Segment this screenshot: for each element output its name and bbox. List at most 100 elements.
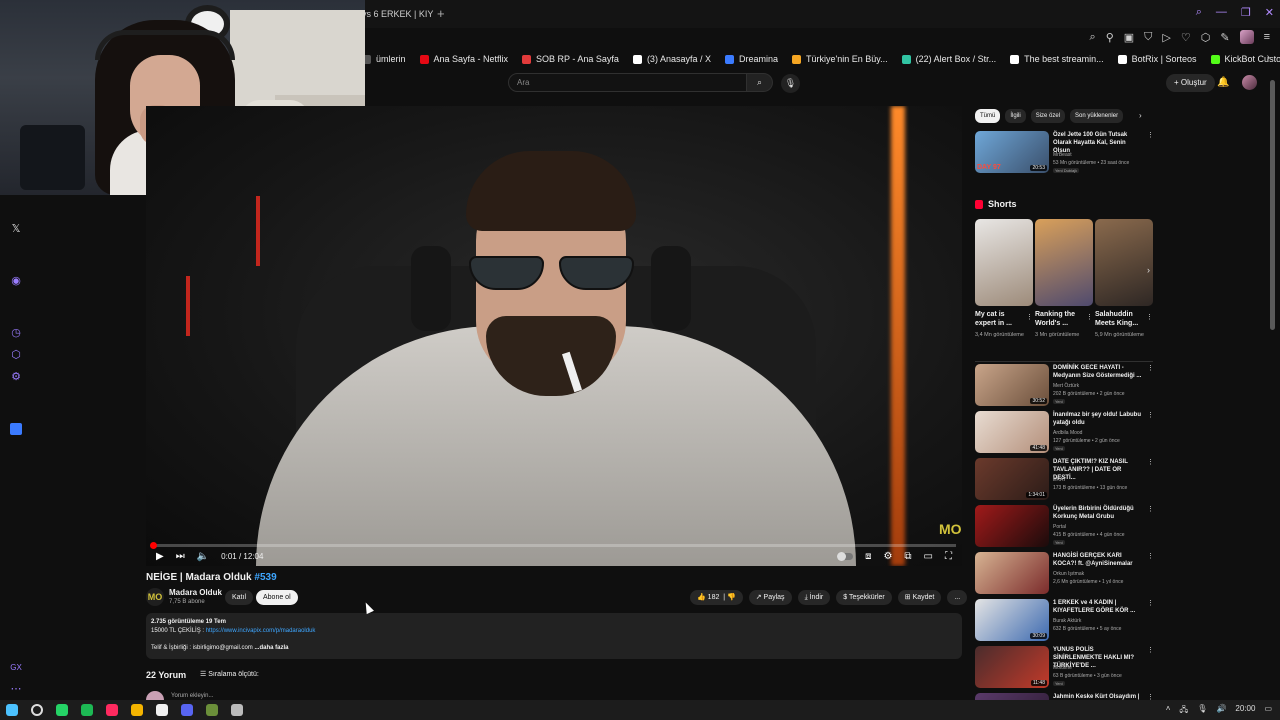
gx-icon[interactable]: GX: [10, 662, 22, 674]
recommended-video[interactable]: HANGİSİ GERÇEK KARI KOCA?! ft. @AyniSine…: [975, 552, 1155, 596]
network-icon[interactable]: 🖧: [1179, 704, 1188, 718]
search-icon[interactable]: ⌕: [1196, 6, 1202, 19]
more-options-icon[interactable]: ⋮: [1026, 313, 1033, 321]
obs-icon[interactable]: [231, 704, 243, 716]
video-thumbnail[interactable]: DAY 97 20:53: [975, 131, 1049, 173]
search-icon[interactable]: [31, 704, 43, 716]
capcut-icon[interactable]: [156, 704, 168, 716]
subtitles-icon[interactable]: ⧈: [865, 551, 871, 562]
more-options-icon[interactable]: ⋮: [1147, 552, 1154, 560]
download-button[interactable]: ⤓ İndir: [797, 590, 831, 605]
recommended-video[interactable]: DAY 97 20:53 Özel Jette 100 Gün Tutsak O…: [975, 131, 1155, 175]
channel-name[interactable]: Ardbila Mood: [1053, 430, 1082, 436]
like-button[interactable]: 👍 182: [697, 594, 719, 601]
bookmark-item[interactable]: (3) Anasayfa / X: [632, 51, 711, 67]
short-thumbnail[interactable]: [1095, 219, 1153, 306]
more-actions-button[interactable]: ...: [947, 590, 968, 605]
video-title[interactable]: Üyelerin Birbirini Öldürdüğü Korkunç Met…: [1053, 505, 1143, 521]
comment-input[interactable]: Yorum ekleyin...: [171, 693, 213, 699]
video-title[interactable]: İnanılmaz bir şey oldu! Labubu yatağı ol…: [1053, 411, 1143, 427]
show-more-link[interactable]: ...daha fazla: [254, 645, 288, 651]
more-options-icon[interactable]: ⋮: [1147, 411, 1154, 419]
player-icon[interactable]: ◉: [10, 275, 22, 287]
video-title[interactable]: DATE ÇIKTIM!? KIZ NASIL TAVLANIR?? | DAT…: [1053, 458, 1143, 482]
more-icon[interactable]: ⋯: [10, 683, 22, 695]
chips-next-icon[interactable]: ›: [1139, 111, 1142, 120]
bookmark-item[interactable]: Ana Sayfa - Netflix: [419, 51, 508, 67]
settings-icon[interactable]: ⚙: [10, 371, 22, 383]
channel-watermark[interactable]: MO: [939, 521, 962, 537]
autoplay-toggle[interactable]: [837, 551, 854, 561]
channel-avatar[interactable]: MO: [146, 588, 164, 606]
play-icon[interactable]: ▶: [156, 551, 164, 562]
bookmark-item[interactable]: BotRix | Sorteos: [1117, 51, 1197, 67]
more-options-icon[interactable]: ⋮: [1147, 458, 1154, 466]
channel-name[interactable]: Orkun Işıtmak: [1053, 571, 1084, 577]
save-button[interactable]: ⊞ Kaydet: [897, 590, 942, 605]
x-icon[interactable]: 𝕏: [10, 223, 22, 235]
bookmark-item[interactable]: Türkiye'nin En Büy...: [792, 51, 888, 67]
recommended-video[interactable]: 41:48 İnanılmaz bir şey oldu! Labubu yata…: [975, 411, 1155, 455]
settings-icon[interactable]: ⚙: [883, 551, 892, 562]
short-item[interactable]: My cat is expert in ... 3,4 Mn görüntülem…: [975, 219, 1033, 339]
sort-comments-button[interactable]: ☰ Sıralama ölçütü:: [200, 670, 259, 678]
whatsapp-icon[interactable]: [56, 704, 68, 716]
account-avatar[interactable]: [1242, 75, 1257, 90]
search-input[interactable]: Ara: [508, 73, 747, 92]
tray-overflow-icon[interactable]: ˄: [1166, 704, 1171, 718]
extensions-sidebar-icon[interactable]: ⬡: [10, 349, 22, 361]
bookmark-item[interactable]: SOB RP - Ana Sayfa: [522, 51, 619, 67]
short-thumbnail[interactable]: [975, 219, 1033, 306]
chrome-icon[interactable]: [131, 704, 143, 716]
notifications-bell-icon[interactable]: 🔔: [1217, 77, 1229, 88]
video-thumbnail[interactable]: 30:52: [975, 364, 1049, 406]
create-button[interactable]: + Oluştur: [1166, 74, 1215, 92]
bookmark-item[interactable]: ümlerin: [362, 51, 406, 67]
notification-icon[interactable]: ▭: [1264, 704, 1272, 718]
microphone-icon[interactable]: 🎙: [1197, 704, 1207, 718]
history-icon[interactable]: ◷: [10, 327, 22, 339]
bookmarks-overflow-icon[interactable]: ›: [1267, 52, 1270, 63]
messenger-icon[interactable]: ✎: [1220, 31, 1229, 44]
short-title[interactable]: Ranking the World's ...: [1035, 310, 1083, 328]
video-thumbnail[interactable]: [975, 505, 1049, 547]
short-title[interactable]: My cat is expert in ...: [975, 310, 1023, 328]
recommended-video[interactable]: 1:34:01 DATE ÇIKTIM!? KIZ NASIL TAVLANIR?…: [975, 458, 1155, 502]
description-box[interactable]: 2.735 görüntüleme 19 Tem 15000 TL ÇEKİLİ…: [146, 613, 962, 659]
fullscreen-icon[interactable]: ⛶: [945, 551, 952, 562]
bookmark-item[interactable]: The best streamin...: [1010, 51, 1104, 67]
bookmark-item[interactable]: Dreamina: [724, 51, 778, 67]
video-thumbnail[interactable]: 11:48: [975, 646, 1049, 688]
filter-chip[interactable]: İlgili: [1005, 109, 1026, 123]
more-options-icon[interactable]: ⋮: [1147, 599, 1154, 607]
next-icon[interactable]: ⏭: [176, 551, 185, 562]
video-hashtag[interactable]: #539: [254, 572, 276, 583]
video-thumbnail[interactable]: 30:09: [975, 599, 1049, 641]
more-options-icon[interactable]: ⋮: [1147, 646, 1154, 654]
subscribe-button[interactable]: Abone ol: [256, 590, 298, 605]
recommended-video[interactable]: 30:52 DOMİNİK GECE HAYATI - Medyanın Size…: [975, 364, 1155, 408]
filter-chip[interactable]: Size özel: [1030, 109, 1066, 123]
voice-search-button[interactable]: 🎙: [781, 74, 800, 93]
more-options-icon[interactable]: ⋮: [1086, 313, 1093, 321]
volume-icon[interactable]: 🔈: [197, 551, 209, 562]
volume-icon[interactable]: 🔊: [1216, 704, 1226, 718]
short-title[interactable]: Salahuddin Meets King...: [1095, 310, 1143, 328]
channel-name[interactable]: Madara Olduk: [169, 588, 222, 597]
video-title[interactable]: 1 ERKEK ve 4 KADIN | KIYAFETLERE GÖRE KÖ…: [1053, 599, 1143, 615]
channel-name[interactable]: Motoline: [1053, 665, 1072, 671]
video-thumbnail[interactable]: 1:34:01: [975, 458, 1049, 500]
search-button[interactable]: ⌕: [747, 73, 773, 92]
giveaway-link[interactable]: https://www.incivapix.com/p/madaraolduk: [206, 628, 316, 634]
video-title[interactable]: DOMİNİK GECE HAYATI - Medyanın Size Göst…: [1053, 364, 1143, 380]
app-icon[interactable]: [206, 704, 218, 716]
video-thumbnail[interactable]: 41:48: [975, 411, 1049, 453]
vpn-icon[interactable]: ⛉: [1144, 31, 1152, 44]
extensions-icon[interactable]: ⬡: [1201, 31, 1211, 44]
more-options-icon[interactable]: ⋮: [1147, 364, 1154, 372]
new-tab-button[interactable]: +: [437, 6, 445, 21]
channel-name[interactable]: Burak Aktürk: [1053, 618, 1081, 624]
snapshot-icon[interactable]: ▣: [1124, 31, 1134, 44]
thanks-button[interactable]: $ Teşekkürler: [836, 590, 892, 605]
video-thumbnail[interactable]: [975, 552, 1049, 594]
